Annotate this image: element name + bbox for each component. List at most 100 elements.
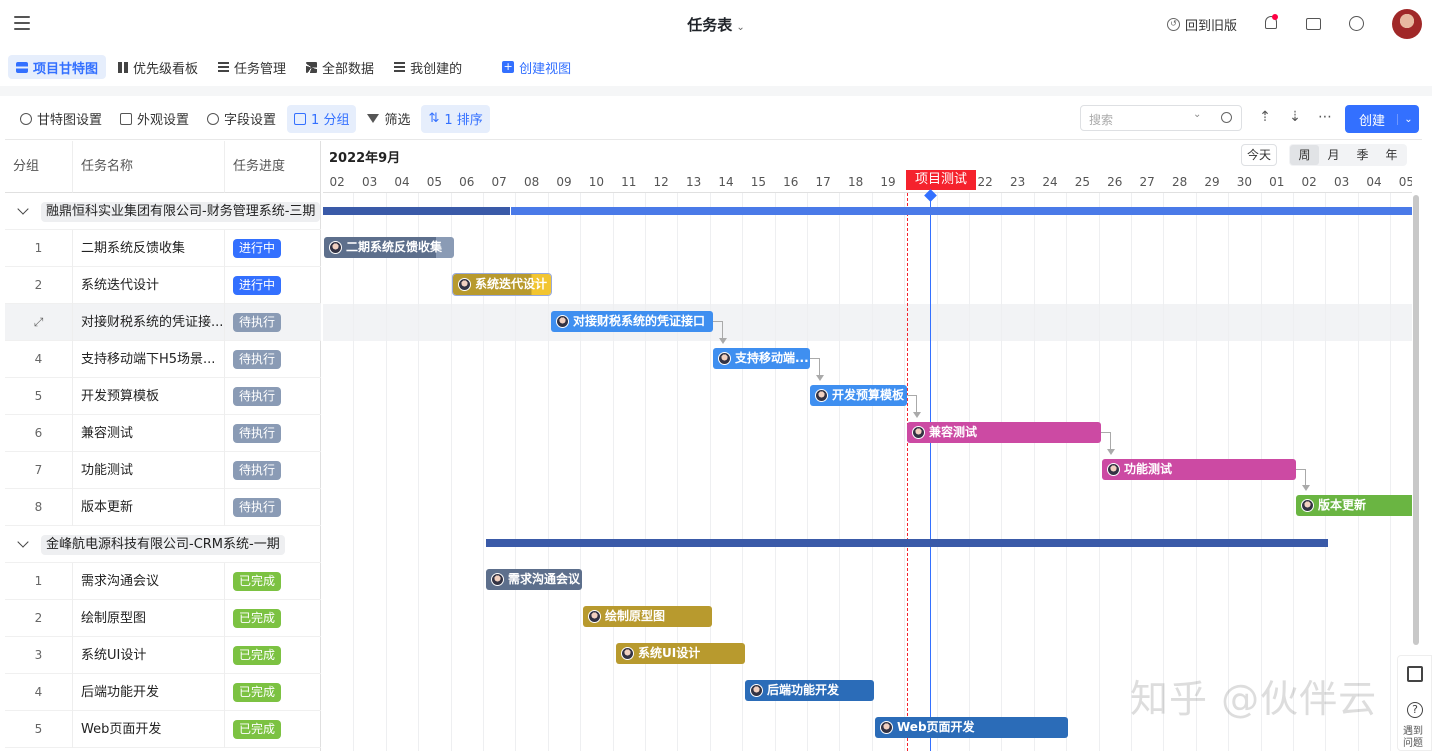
- appearance-settings-button[interactable]: 外观设置: [113, 105, 196, 133]
- group-row[interactable]: 融鼎恒科实业集团有限公司-财务管理系统-三期: [5, 193, 321, 230]
- table-row[interactable]: 1 需求沟通会议 已完成: [5, 563, 321, 600]
- status-badge: 进行中: [233, 239, 282, 258]
- grid-line: [709, 193, 711, 751]
- side-tools: ? 遇到问题: [1397, 655, 1432, 751]
- filter-button[interactable]: 筛选: [360, 105, 417, 133]
- table-row[interactable]: 6 兼容测试 待执行: [5, 415, 321, 452]
- day-label: 23: [1009, 175, 1026, 189]
- chevron-down-icon[interactable]: ⌄: [1397, 113, 1419, 125]
- download-icon[interactable]: ⇣: [1287, 109, 1303, 125]
- group-summary-bar[interactable]: [511, 207, 1412, 215]
- gantt-bar[interactable]: 功能测试: [1102, 459, 1296, 480]
- collapse-icon[interactable]: [17, 203, 29, 215]
- day-label: 05: [1398, 175, 1412, 189]
- table-row[interactable]: 4 支持移动端下H5场景... 待执行: [5, 341, 321, 378]
- collapse-icon[interactable]: [17, 536, 29, 548]
- gantt-bar[interactable]: Web页面开发: [875, 717, 1068, 738]
- create-view-button[interactable]: + 创建视图: [494, 55, 579, 79]
- group-summary-bar[interactable]: [486, 539, 1328, 547]
- gantt-bar[interactable]: 开发预算模板: [810, 385, 907, 406]
- dependency-arrow: [816, 375, 824, 381]
- vertical-scrollbar[interactable]: [1413, 195, 1419, 645]
- bar-label: 版本更新: [1318, 498, 1367, 512]
- column-header-name[interactable]: 任务名称: [73, 141, 225, 193]
- grid-line: [1390, 193, 1392, 751]
- milestone-flag[interactable]: 项目测试: [906, 170, 977, 190]
- expand-icon[interactable]: ⤢: [5, 304, 73, 341]
- day-label: 02: [1301, 175, 1317, 189]
- day-label: 06: [459, 175, 475, 189]
- button-label: 字段设置: [224, 113, 277, 128]
- table-row[interactable]: 4 后端功能开发 已完成: [5, 674, 321, 711]
- grid-line: [807, 193, 808, 751]
- table-row[interactable]: 7 功能测试 待执行: [5, 452, 321, 489]
- chevron-down-icon[interactable]: ⌄: [1193, 109, 1201, 120]
- scale-month[interactable]: 月: [1319, 145, 1348, 165]
- scale-week[interactable]: 周: [1290, 145, 1319, 165]
- gantt-bar[interactable]: 版本更新: [1296, 495, 1412, 516]
- today-button[interactable]: 今天: [1241, 144, 1277, 166]
- gantt-settings-button[interactable]: 甘特图设置: [13, 105, 109, 133]
- view-tabs: 项目甘特图 优先级看板 任务管理 全部数据 我创建的 + 创建视图: [0, 54, 583, 80]
- gantt-bar[interactable]: 二期系统反馈收集: [324, 237, 454, 258]
- gantt-bar[interactable]: 系统迭代设计: [452, 273, 552, 296]
- table-row[interactable]: 2 绘制原型图 已完成: [5, 600, 321, 637]
- status-badge: 待执行: [233, 350, 282, 369]
- tab-gantt[interactable]: 项目甘特图: [8, 55, 107, 79]
- table-row[interactable]: ⤢ 对接财税系统的凭证接... 待执行: [5, 304, 321, 341]
- table-row[interactable]: 8 版本更新 待执行: [5, 489, 321, 526]
- help-icon[interactable]: ?: [1407, 702, 1423, 718]
- gantt-bar[interactable]: 对接财税系统的凭证接口: [551, 311, 713, 332]
- status-badge: 已完成: [233, 609, 282, 628]
- gantt-bar[interactable]: 兼容测试: [907, 422, 1101, 443]
- task-name: 支持移动端下H5场景...: [73, 341, 225, 378]
- search-icon[interactable]: [1221, 112, 1232, 123]
- gantt-bar[interactable]: 后端功能开发: [745, 680, 874, 701]
- search-input[interactable]: 搜索 ⌄: [1080, 105, 1242, 131]
- day-label: 03: [361, 175, 378, 189]
- title-text: 任务表: [687, 16, 733, 34]
- qr-code-icon[interactable]: [1407, 666, 1423, 682]
- gantt-bar[interactable]: 需求沟通会议: [486, 569, 582, 590]
- tab-my-created[interactable]: 我创建的: [386, 55, 470, 79]
- table-row[interactable]: 1 二期系统反馈收集 进行中: [5, 230, 321, 267]
- table-row[interactable]: 2 系统迭代设计 进行中: [5, 267, 321, 304]
- day-label: 09: [556, 175, 572, 189]
- dependency-connector: [907, 395, 917, 412]
- day-label: 07: [491, 175, 507, 189]
- tab-kanban[interactable]: 优先级看板: [110, 55, 206, 79]
- gantt-bar[interactable]: 支持移动端...: [713, 348, 810, 369]
- user-avatar[interactable]: [1392, 9, 1422, 39]
- group-row[interactable]: 金峰航电源科技有限公司-CRM系统-一期: [5, 526, 321, 563]
- top-bar: 任务表 ⌄ ↺ 回到旧版: [0, 0, 1432, 48]
- task-name: 二期系统反馈收集: [73, 230, 225, 267]
- table-row[interactable]: 3 系统UI设计 已完成: [5, 637, 321, 674]
- row-highlight: [323, 304, 1412, 341]
- more-icon[interactable]: ⋯: [1317, 109, 1333, 125]
- scale-year[interactable]: 年: [1377, 145, 1406, 165]
- table-row[interactable]: 5 开发预算模板 待执行: [5, 378, 321, 415]
- sort-button[interactable]: ⇅ 1 排序: [421, 104, 490, 133]
- group-tag: 金峰航电源科技有限公司-CRM系统-一期: [41, 535, 285, 555]
- column-header-progress[interactable]: 任务进度: [225, 141, 321, 193]
- gantt-bar[interactable]: 绘制原型图: [583, 606, 712, 627]
- grid-line: [1001, 193, 1003, 751]
- column-header-group[interactable]: 分组: [5, 141, 73, 193]
- tab-task-management[interactable]: 任务管理: [210, 55, 294, 79]
- create-button[interactable]: 创建 ⌄: [1345, 105, 1419, 133]
- gantt-bar[interactable]: 系统UI设计: [616, 643, 745, 664]
- group-button[interactable]: 1 分组: [287, 104, 357, 133]
- notification-bell-icon[interactable]: [1263, 14, 1279, 32]
- compass-icon[interactable]: [1349, 16, 1365, 32]
- scale-quarter[interactable]: 季: [1348, 145, 1377, 165]
- upload-icon[interactable]: ⇡: [1257, 109, 1273, 125]
- grid-line: [1098, 193, 1100, 751]
- tab-all-data[interactable]: 全部数据: [298, 55, 382, 79]
- field-settings-button[interactable]: 字段设置: [200, 105, 283, 133]
- assignee-avatar: [815, 389, 828, 402]
- table-row[interactable]: 5 Web页面开发 已完成: [5, 711, 321, 748]
- help-label[interactable]: 遇到问题: [1403, 726, 1429, 750]
- old-version-link[interactable]: ↺ 回到旧版: [1166, 15, 1237, 34]
- inbox-icon[interactable]: [1306, 16, 1322, 32]
- status-badge: 进行中: [233, 276, 282, 295]
